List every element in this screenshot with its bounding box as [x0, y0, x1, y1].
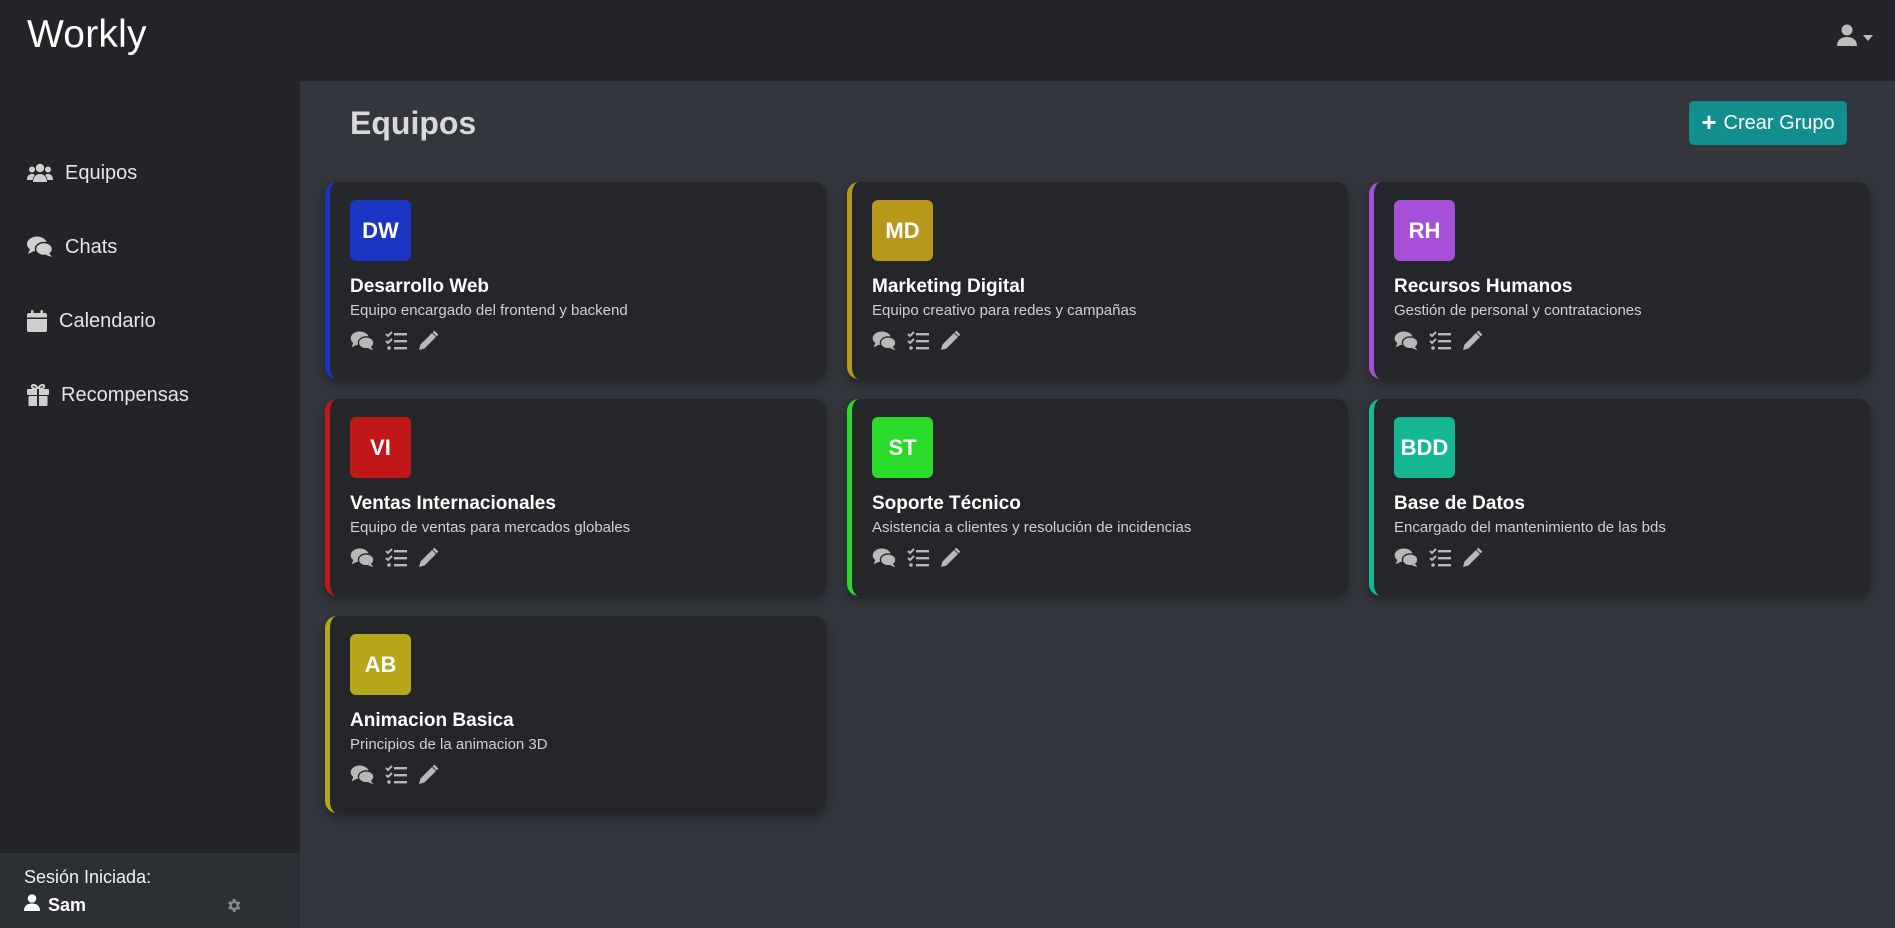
sidebar-item-recompensas[interactable]: Recompensas: [27, 377, 189, 413]
team-name: Marketing Digital: [872, 276, 1026, 297]
chevron-down-icon: [1863, 28, 1873, 46]
sidebar-item-label: Recompensas: [61, 383, 189, 406]
team-initials: RH: [1408, 217, 1441, 243]
plus-icon: +: [1701, 106, 1717, 137]
comments-icon[interactable]: [350, 548, 375, 573]
team-actions: [872, 547, 961, 574]
comments-icon: [27, 236, 53, 258]
comments-icon[interactable]: [350, 765, 375, 790]
team-avatar: AB: [350, 634, 411, 695]
team-card[interactable]: MD Marketing Digital Equipo creativo par…: [847, 182, 1348, 379]
team-description: Equipo creativo para redes y campañas: [872, 302, 1137, 319]
team-card[interactable]: ST Soporte Técnico Asistencia a clientes…: [847, 399, 1348, 596]
team-initials: MD: [885, 217, 920, 243]
sidebar-item-label: Equipos: [65, 161, 138, 184]
tasks-icon[interactable]: [385, 548, 407, 573]
sidebar-item-calendario[interactable]: Calendario: [27, 303, 156, 339]
team-description: Equipo encargado del frontend y backend: [350, 302, 628, 319]
main-content: Equipos + Crear Grupo DW Desarrollo Web …: [300, 81, 1895, 928]
team-initials: ST: [888, 434, 917, 460]
team-avatar: BDD: [1394, 417, 1455, 478]
team-initials: DW: [362, 217, 399, 243]
team-actions: [1394, 330, 1483, 357]
gear-icon[interactable]: [225, 897, 242, 919]
user-menu[interactable]: [1837, 22, 1873, 52]
team-actions: [350, 764, 439, 791]
user-icon: [1837, 24, 1857, 51]
tasks-icon[interactable]: [907, 331, 929, 356]
team-card[interactable]: DW Desarrollo Web Equipo encargado del f…: [325, 182, 826, 379]
team-actions: [350, 547, 439, 574]
team-initials: VI: [370, 434, 391, 460]
team-card[interactable]: VI Ventas Internacionales Equipo de vent…: [325, 399, 826, 596]
team-description: Asistencia a clientes y resolución de in…: [872, 519, 1192, 536]
sidebar-item-chats[interactable]: Chats: [27, 229, 117, 265]
pencil-icon[interactable]: [417, 330, 439, 357]
team-initials: AB: [364, 651, 397, 677]
pencil-icon[interactable]: [939, 547, 961, 574]
team-name: Desarrollo Web: [350, 276, 490, 297]
top-bar: Workly: [0, 0, 1895, 81]
comments-icon[interactable]: [350, 331, 375, 356]
team-name: Animacion Basica: [350, 710, 514, 731]
team-description: Principios de la animacion 3D: [350, 736, 548, 753]
session-username: Sam: [48, 894, 87, 915]
team-description: Gestión de personal y contrataciones: [1394, 302, 1642, 319]
pencil-icon[interactable]: [939, 330, 961, 357]
sidebar-item-label: Chats: [65, 235, 118, 258]
team-avatar: MD: [872, 200, 933, 261]
team-avatar: DW: [350, 200, 411, 261]
team-card[interactable]: AB Animacion Basica Principios de la ani…: [325, 616, 826, 813]
create-group-label: Crear Grupo: [1723, 111, 1835, 134]
pencil-icon[interactable]: [1461, 547, 1483, 574]
tasks-icon[interactable]: [1429, 331, 1451, 356]
sidebar-item-label: Calendario: [59, 309, 156, 332]
team-name: Ventas Internacionales: [350, 493, 556, 514]
sidebar: Equipos Chats Calendario Recompensas Ses…: [0, 81, 300, 928]
team-description: Encargado del mantenimiento de las bds: [1394, 519, 1666, 536]
tasks-icon[interactable]: [907, 548, 929, 573]
comments-icon[interactable]: [872, 331, 897, 356]
team-card[interactable]: RH Recursos Humanos Gestión de personal …: [1369, 182, 1870, 379]
team-card[interactable]: BDD Base de Datos Encargado del mantenim…: [1369, 399, 1870, 596]
team-description: Equipo de ventas para mercados globales: [350, 519, 631, 536]
team-actions: [872, 330, 961, 357]
pencil-icon[interactable]: [417, 764, 439, 791]
team-avatar: RH: [1394, 200, 1455, 261]
team-name: Soporte Técnico: [872, 493, 1021, 514]
session-label: Sesión Iniciada:: [24, 867, 152, 887]
tasks-icon[interactable]: [385, 331, 407, 356]
gift-icon: [27, 384, 49, 406]
comments-icon[interactable]: [1394, 548, 1419, 573]
create-group-button[interactable]: + Crear Grupo: [1689, 101, 1847, 145]
calendar-icon: [27, 310, 47, 332]
comments-icon[interactable]: [1394, 331, 1419, 356]
team-name: Base de Datos: [1394, 493, 1525, 514]
tasks-icon[interactable]: [1429, 548, 1451, 573]
pencil-icon[interactable]: [1461, 330, 1483, 357]
team-name: Recursos Humanos: [1394, 276, 1573, 297]
page-title: Equipos: [350, 105, 477, 141]
team-avatar: VI: [350, 417, 411, 478]
team-actions: [1394, 547, 1483, 574]
team-actions: [350, 330, 439, 357]
session-user: Sam: [24, 894, 86, 916]
tasks-icon[interactable]: [385, 765, 407, 790]
sidebar-item-equipos[interactable]: Equipos: [27, 155, 137, 191]
users-icon: [27, 163, 53, 183]
user-icon: [24, 894, 40, 916]
team-avatar: ST: [872, 417, 933, 478]
app-brand[interactable]: Workly: [27, 13, 147, 57]
team-initials: BDD: [1400, 434, 1449, 460]
pencil-icon[interactable]: [417, 547, 439, 574]
session-panel: Sesión Iniciada: Sam: [0, 853, 300, 928]
comments-icon[interactable]: [872, 548, 897, 573]
